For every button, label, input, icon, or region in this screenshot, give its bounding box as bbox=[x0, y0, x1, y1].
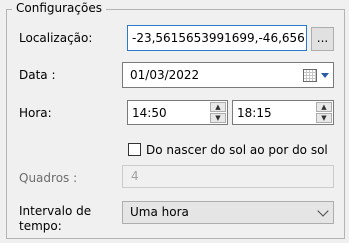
browse-location-button[interactable]: ... bbox=[311, 27, 334, 51]
location-input[interactable]: -23,5615653991699,-46,6561 bbox=[127, 25, 307, 51]
dropdown-arrow-icon[interactable] bbox=[321, 73, 329, 78]
location-label: Localização: bbox=[19, 31, 93, 45]
end-time-value: 18:15 bbox=[237, 106, 272, 120]
date-value: 01/03/2022 bbox=[130, 68, 200, 82]
interval-selected-value: Uma hora bbox=[130, 205, 189, 219]
interval-label-line1: Intervalo de bbox=[19, 204, 92, 218]
end-time-input[interactable]: 18:15 ▲ ▼ bbox=[232, 100, 334, 125]
spin-up-icon[interactable]: ▲ bbox=[210, 102, 226, 112]
group-title: Configurações bbox=[12, 1, 106, 15]
start-time-spinner: ▲ ▼ bbox=[210, 102, 226, 123]
interval-label-line2: tempo: bbox=[19, 219, 62, 233]
time-label: Hora: bbox=[19, 106, 52, 120]
spin-down-icon[interactable]: ▼ bbox=[210, 113, 226, 123]
calendar-icon[interactable] bbox=[303, 69, 317, 82]
interval-select[interactable]: Uma hora bbox=[122, 201, 334, 224]
date-picker[interactable]: 01/03/2022 bbox=[122, 62, 334, 88]
sunrise-sunset-checkbox[interactable] bbox=[128, 143, 141, 156]
date-label: Data : bbox=[19, 68, 56, 82]
start-time-input[interactable]: 14:50 ▲ ▼ bbox=[127, 100, 228, 125]
sunrise-sunset-label[interactable]: Do nascer do sol ao por do sol bbox=[146, 143, 328, 157]
start-time-value: 14:50 bbox=[132, 106, 167, 120]
frames-input: 4 bbox=[122, 165, 334, 188]
end-time-spinner: ▲ ▼ bbox=[316, 102, 332, 123]
spin-down-icon[interactable]: ▼ bbox=[316, 113, 332, 123]
spin-up-icon[interactable]: ▲ bbox=[316, 102, 332, 112]
chevron-down-icon bbox=[317, 205, 329, 217]
frames-label: Quadros : bbox=[19, 171, 78, 185]
